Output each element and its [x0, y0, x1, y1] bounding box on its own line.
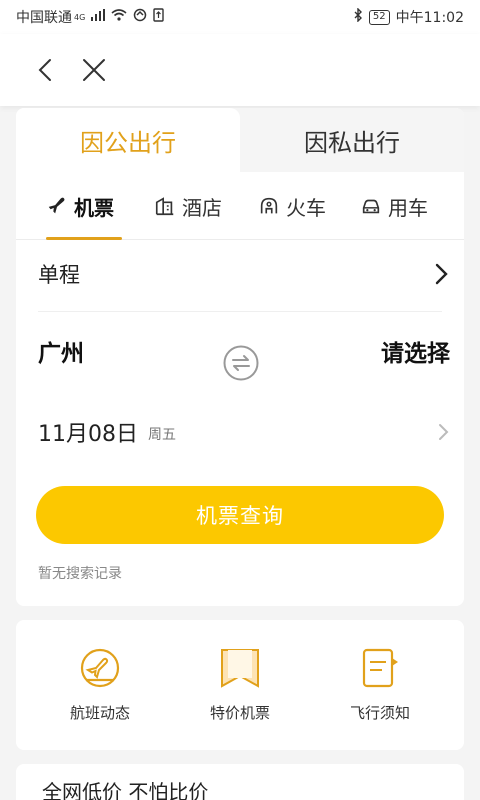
hotel-icon: [155, 197, 174, 216]
tab-flight-label: 机票: [74, 195, 114, 220]
chevron-right-icon: [435, 263, 448, 285]
search-history-empty: 暂无搜索记录: [38, 566, 122, 582]
wifi-icon: [111, 9, 127, 25]
tab-train[interactable]: 火车: [258, 190, 326, 222]
bluetooth-icon: [353, 7, 363, 26]
vpn-icon: [133, 8, 147, 26]
service-flight-notice[interactable]: 飞行须知: [320, 644, 440, 723]
tab-train-label: 火车: [286, 195, 326, 220]
close-button[interactable]: [76, 52, 112, 88]
trip-type-label: 单程: [38, 263, 80, 287]
promo-title: 全网低价 不怕比价: [42, 780, 209, 800]
tab-hotel[interactable]: 酒店: [154, 190, 222, 222]
bookmark-icon: [221, 649, 259, 688]
departure-date: 11月08日: [38, 422, 138, 447]
chevron-left-icon: [38, 59, 51, 81]
service-flight-status[interactable]: 航班动态: [40, 644, 160, 723]
tab-personal-travel[interactable]: 因私出行: [240, 108, 464, 172]
flight-status-icon: [80, 648, 120, 688]
promo-card[interactable]: 全网低价 不怕比价: [16, 764, 464, 800]
signal-icon: [91, 9, 106, 25]
back-button[interactable]: [28, 52, 64, 88]
network-type: 4G: [74, 12, 86, 22]
service-flight-notice-label: 飞行须知: [349, 704, 410, 722]
service-discount-tickets[interactable]: 特价机票: [180, 644, 300, 723]
route-selector: 广州 请选择: [38, 330, 450, 381]
battery-indicator: 52: [368, 9, 390, 25]
status-bar: 中国联通 4G 52 中午11:02: [0, 0, 480, 34]
tab-car[interactable]: 用车: [360, 190, 428, 222]
travel-purpose-tabs: 因公出行 因私出行: [16, 108, 464, 172]
arrival-city[interactable]: 请选择: [381, 334, 450, 368]
notebook-icon: [362, 648, 398, 688]
active-tab-indicator: [46, 237, 122, 240]
service-flight-status-label: 航班动态: [69, 704, 130, 722]
tab-hotel-label: 酒店: [182, 195, 222, 220]
departure-city[interactable]: 广州: [38, 334, 84, 368]
clock: 中午11:02: [395, 10, 464, 26]
close-icon: [83, 59, 105, 81]
tab-flight[interactable]: 机票: [46, 190, 114, 222]
trip-type-selector[interactable]: 单程: [38, 254, 450, 294]
tab-business-travel[interactable]: 因公出行: [16, 108, 240, 172]
divider: [38, 311, 442, 312]
train-icon: [260, 197, 278, 214]
service-discount-tickets-label: 特价机票: [209, 704, 270, 722]
status-bar-right: 52 中午11:02: [353, 7, 464, 27]
services-card: 航班动态 特价机票 飞行须知: [16, 620, 464, 750]
chevron-right-icon: [439, 424, 449, 440]
swap-icon: [223, 345, 259, 381]
tab-car-label: 用车: [388, 195, 428, 220]
status-bar-left: 中国联通 4G: [16, 7, 164, 27]
sim-icon: [153, 8, 164, 26]
search-flights-button[interactable]: 机票查询: [36, 486, 444, 544]
departure-weekday: 周五: [148, 427, 176, 443]
airplane-icon: [48, 197, 65, 214]
car-icon: [362, 199, 380, 214]
swap-cities-button[interactable]: [222, 344, 260, 382]
booking-card: 因公出行 因私出行 机票 酒店 火车 用车 单程 广州 请选择 11月08日 周…: [16, 108, 464, 606]
nav-bar: [0, 34, 480, 106]
date-selector[interactable]: 11月08日 周五: [38, 412, 450, 452]
transport-mode-tabs: 机票 酒店 火车 用车: [16, 172, 464, 240]
carrier-name: 中国联通: [16, 10, 72, 26]
